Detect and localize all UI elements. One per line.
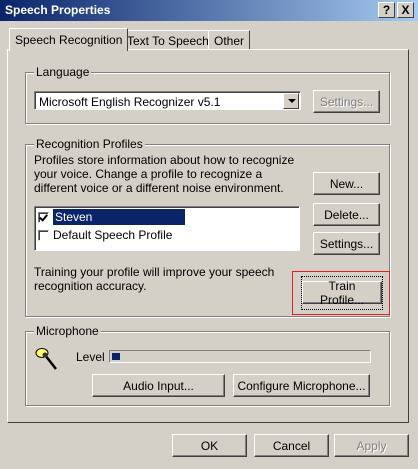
- list-item[interactable]: Steven: [38, 209, 185, 225]
- chevron-down-icon[interactable]: [283, 93, 299, 109]
- level-label: Level: [76, 350, 105, 364]
- train-profile-button[interactable]: Train Profile...: [301, 275, 383, 310]
- window-title: Speech Properties: [5, 3, 111, 17]
- microphone-group: Microphone Level Audio Input... Configur…: [25, 324, 390, 406]
- tab-text-to-speech-label: Text To Speech: [127, 34, 209, 48]
- new-profile-button[interactable]: New...: [313, 172, 380, 195]
- tab-text-to-speech[interactable]: Text To Speech: [121, 30, 215, 50]
- microphone-group-title: Microphone: [34, 324, 101, 338]
- language-group: Language Microsoft English Recognizer v5…: [25, 65, 390, 124]
- cancel-button[interactable]: Cancel: [254, 434, 329, 457]
- audio-input-button[interactable]: Audio Input...: [92, 374, 225, 397]
- profile-settings-button[interactable]: Settings...: [313, 232, 380, 255]
- tab-speech-recognition[interactable]: Speech Recognition: [9, 28, 129, 51]
- help-button[interactable]: ?: [378, 2, 395, 18]
- mic-level-meter: [109, 350, 371, 363]
- profiles-list[interactable]: Steven Default Speech Profile: [34, 206, 300, 251]
- tab-other-label: Other: [214, 34, 245, 48]
- profile-label: Steven: [53, 209, 185, 225]
- mic-level-fill: [112, 353, 120, 360]
- configure-microphone-button[interactable]: Configure Microphone...: [233, 374, 370, 397]
- ok-button[interactable]: OK: [172, 434, 247, 457]
- speech-properties-window: Speech Properties ? X Speech Recognition…: [0, 0, 418, 469]
- microphone-icon: [35, 348, 57, 370]
- language-combo-value: Microsoft English Recognizer v5.1: [39, 95, 221, 109]
- speech-recognition-panel: Language Microsoft English Recognizer v5…: [7, 49, 409, 423]
- close-button[interactable]: X: [397, 2, 414, 18]
- language-group-title: Language: [34, 65, 92, 79]
- recognition-profiles-group: Recognition Profiles Profiles store info…: [25, 137, 390, 317]
- profiles-group-title: Recognition Profiles: [34, 137, 145, 151]
- profile-checkbox[interactable]: [38, 229, 49, 241]
- delete-profile-button[interactable]: Delete...: [313, 203, 380, 226]
- apply-button[interactable]: Apply: [334, 434, 409, 457]
- tab-speech-recognition-label: Speech Recognition: [15, 33, 123, 47]
- train-profile-label: Train Profile...: [301, 275, 383, 310]
- profiles-description: Profiles store information about how to …: [34, 153, 295, 195]
- language-combo[interactable]: Microsoft English Recognizer v5.1: [34, 91, 301, 110]
- profile-checkbox[interactable]: [38, 211, 49, 223]
- language-settings-button[interactable]: Settings...: [313, 90, 380, 113]
- profile-label: Default Speech Profile: [53, 228, 173, 242]
- title-bar[interactable]: Speech Properties ? X: [0, 0, 418, 21]
- training-text: Training your profile will improve your …: [34, 265, 275, 293]
- tab-other[interactable]: Other: [208, 30, 251, 50]
- list-item[interactable]: Default Speech Profile: [38, 227, 172, 243]
